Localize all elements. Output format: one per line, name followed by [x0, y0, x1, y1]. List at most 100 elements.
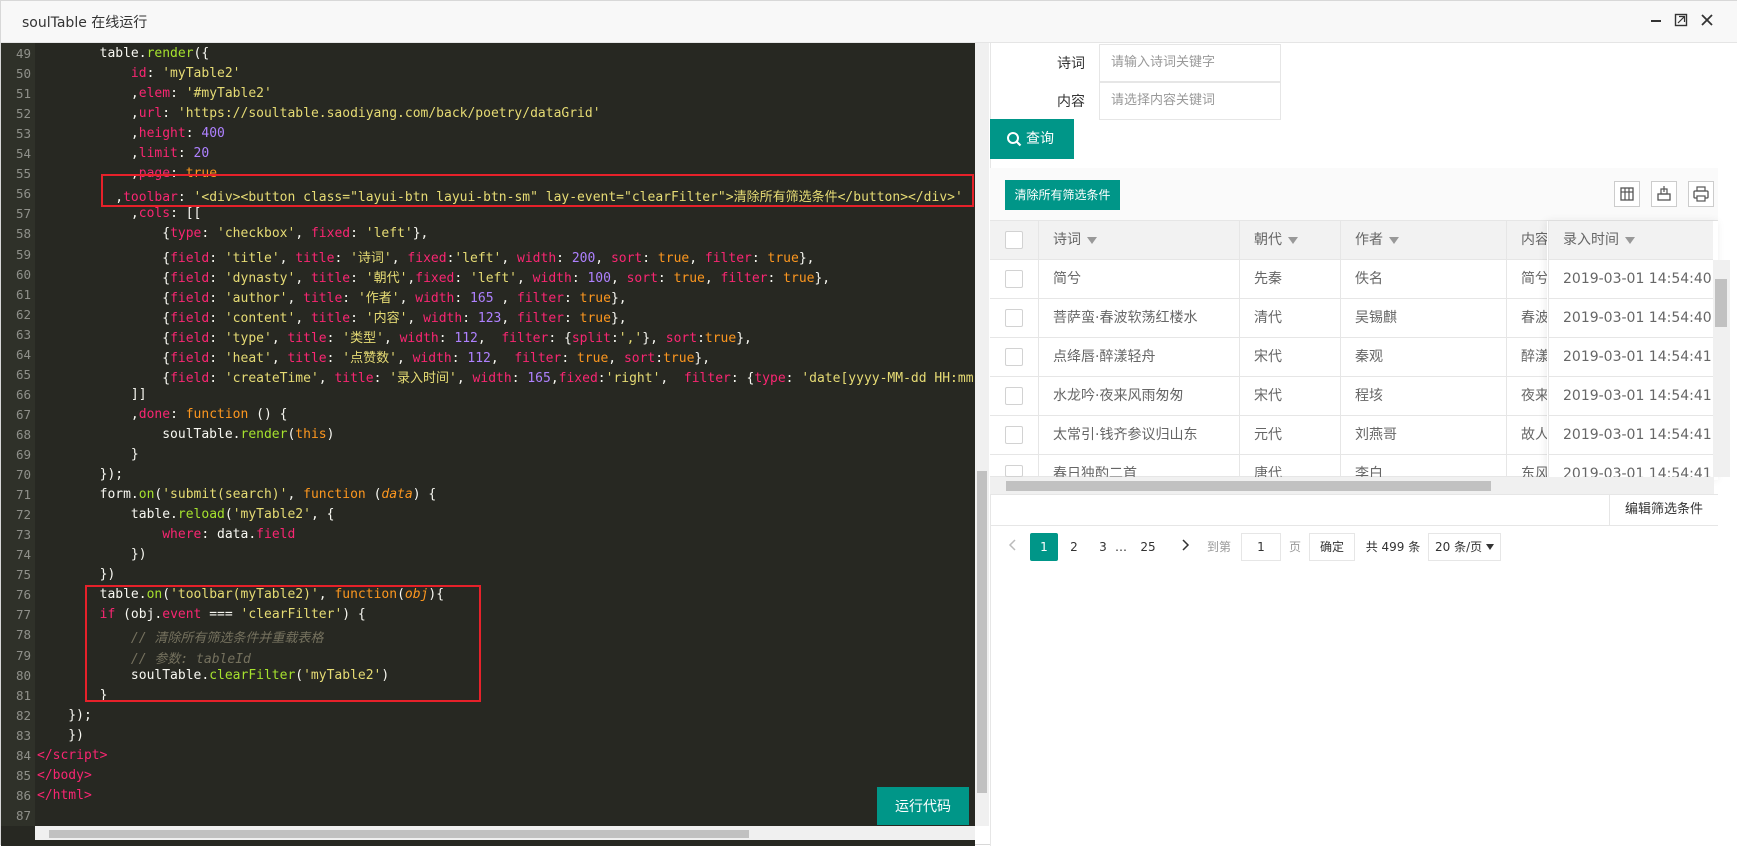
page-ellipsis: … [1115, 540, 1127, 554]
clear-filter-button[interactable]: 清除所有筛选条件 [1005, 180, 1120, 210]
row-checkbox[interactable] [1005, 426, 1023, 444]
page-2[interactable]: 2 [1060, 533, 1088, 561]
code-line: ,cols: [[ [37, 206, 202, 222]
code-editor[interactable]: 49 50 51 52 53 54 55 56 57 58 59 60 61 62 63 64 65 66 67 68… [1, 43, 981, 846]
code-line: {field: 'dynasty', title: '朝代',fixed: 'l… [37, 270, 831, 286]
cell-title: 太常引·钱齐参议归山东 [1053, 427, 1198, 443]
line-number: 55 [15, 166, 31, 182]
column-header-title-label: 诗词 [1053, 232, 1081, 248]
column-header-dynasty-label: 朝代 [1254, 232, 1282, 248]
code-line: }); [37, 467, 124, 483]
cell-dynasty: 清代 [1254, 310, 1282, 326]
editor-horizontal-scroll-thumb[interactable] [49, 830, 749, 838]
columns-icon[interactable] [1614, 181, 1640, 207]
code-line: table.reload('myTable2', { [37, 507, 335, 523]
highlight-box-event [85, 585, 481, 702]
column-header-title[interactable]: 诗词 [1039, 221, 1097, 260]
export-icon[interactable] [1651, 181, 1677, 207]
line-number: 87 [15, 807, 31, 823]
row-checkbox[interactable] [1005, 309, 1023, 327]
line-number: 71 [15, 487, 31, 503]
line-number: 54 [15, 146, 31, 162]
column-header-createtime[interactable]: 录入时间 [1548, 221, 1713, 260]
page-unit-label: 页 [1288, 540, 1301, 554]
row-checkbox[interactable] [1005, 387, 1023, 405]
code-line: ,height: 400 [37, 126, 225, 142]
row-checkbox[interactable] [1005, 348, 1023, 366]
code-line: }) [37, 727, 84, 743]
code-line: soulTable.render(this) [37, 426, 335, 442]
page-1[interactable]: 1 [1030, 533, 1058, 561]
column-header-author-label: 作者 [1355, 232, 1383, 248]
content-search-input[interactable]: 请选择内容关键词 [1099, 82, 1281, 120]
maximize-icon[interactable] [1672, 13, 1690, 31]
line-number: 63 [15, 326, 31, 342]
line-number: 50 [15, 66, 31, 82]
line-number: 73 [15, 527, 31, 543]
cell-createtime: 2019-03-01 14:54:40 [1548, 299, 1713, 338]
filter-icon[interactable] [1625, 236, 1635, 244]
code-line: }); [37, 707, 92, 723]
minimize-icon[interactable] [1647, 13, 1665, 31]
cell-createtime: 2019-03-01 14:54:40 [1548, 260, 1713, 299]
page-size-select[interactable]: 20 条/页 [1428, 533, 1501, 561]
line-number: 80 [15, 667, 31, 683]
goto-page-input[interactable]: 1 [1241, 533, 1281, 561]
goto-label: 到第 [1206, 540, 1231, 554]
line-number: 52 [15, 106, 31, 122]
cell-createtime: 2019-03-01 14:54:41 [1548, 416, 1713, 455]
print-icon[interactable] [1688, 181, 1714, 207]
column-divider [1239, 221, 1240, 477]
page-last[interactable]: 25 [1134, 533, 1162, 561]
code-line: ]] [37, 386, 147, 402]
column-header-content[interactable]: 内容 [1507, 221, 1549, 260]
filter-icon[interactable] [1389, 236, 1399, 244]
line-number: 49 [15, 46, 31, 61]
code-line: table.render({ [37, 46, 210, 61]
prev-page-icon[interactable] [999, 533, 1027, 561]
code-line: {field: 'title', title: '诗词', fixed:'lef… [37, 250, 815, 266]
row-checkbox[interactable] [1005, 270, 1023, 288]
line-number: 77 [15, 607, 31, 623]
filter-icon[interactable] [1288, 236, 1298, 244]
cell-content: 简兮 [1521, 271, 1547, 287]
cell-author: 佚名 [1355, 271, 1383, 287]
line-number: 62 [15, 306, 31, 322]
table-vertical-scroll-thumb[interactable] [1715, 279, 1727, 327]
line-number: 78 [15, 627, 31, 643]
select-all-checkbox[interactable] [1005, 231, 1023, 249]
close-icon[interactable] [1698, 13, 1716, 31]
column-divider [1038, 221, 1039, 477]
column-header-author[interactable]: 作者 [1341, 221, 1399, 260]
cell-dynasty: 宋代 [1254, 349, 1282, 365]
cell-content: 春波 [1521, 310, 1547, 326]
line-number: 66 [15, 386, 31, 402]
highlight-box-toolbar [101, 174, 974, 207]
line-number: 72 [15, 507, 31, 523]
poem-search-input[interactable]: 请输入诗词关键字 [1099, 44, 1281, 82]
column-header-dynasty[interactable]: 朝代 [1240, 221, 1298, 260]
code-line: }) [37, 567, 116, 583]
editor-vertical-scroll-thumb[interactable] [977, 471, 987, 793]
next-page-icon[interactable] [1171, 533, 1199, 561]
line-number: 86 [15, 787, 31, 803]
code-line: id: 'myTable2' [130, 66, 241, 82]
goto-confirm-button[interactable]: 确定 [1309, 533, 1355, 561]
edit-filter-button[interactable]: 编辑筛选条件 [1609, 494, 1718, 526]
run-code-button[interactable]: 运行代码 [877, 787, 969, 825]
query-button[interactable]: 查询 [990, 119, 1074, 159]
code-line: form.on('submit(search)', function (data… [37, 487, 437, 503]
caret-down-icon [1486, 544, 1494, 550]
code-line: {field: 'createTime', title: '录入时间', wid… [37, 370, 982, 386]
row-checkbox[interactable] [1005, 465, 1023, 477]
table-horizontal-scroll-thumb[interactable] [1006, 481, 1491, 491]
line-number: 53 [15, 126, 31, 142]
column-divider [1340, 221, 1341, 477]
code-line: ,done: function () { [37, 406, 288, 422]
filter-icon[interactable] [1087, 236, 1097, 244]
cell-title: 菩萨蛮·春波软荡红楼水 [1053, 310, 1198, 326]
code-line: {field: 'content', title: '内容', width: 1… [37, 310, 627, 326]
window-title: soulTable 在线运行 [22, 15, 148, 31]
total-count: 共 499 条 [1365, 540, 1421, 554]
cell-createtime: 2019-03-01 14:54:41 [1548, 377, 1713, 416]
